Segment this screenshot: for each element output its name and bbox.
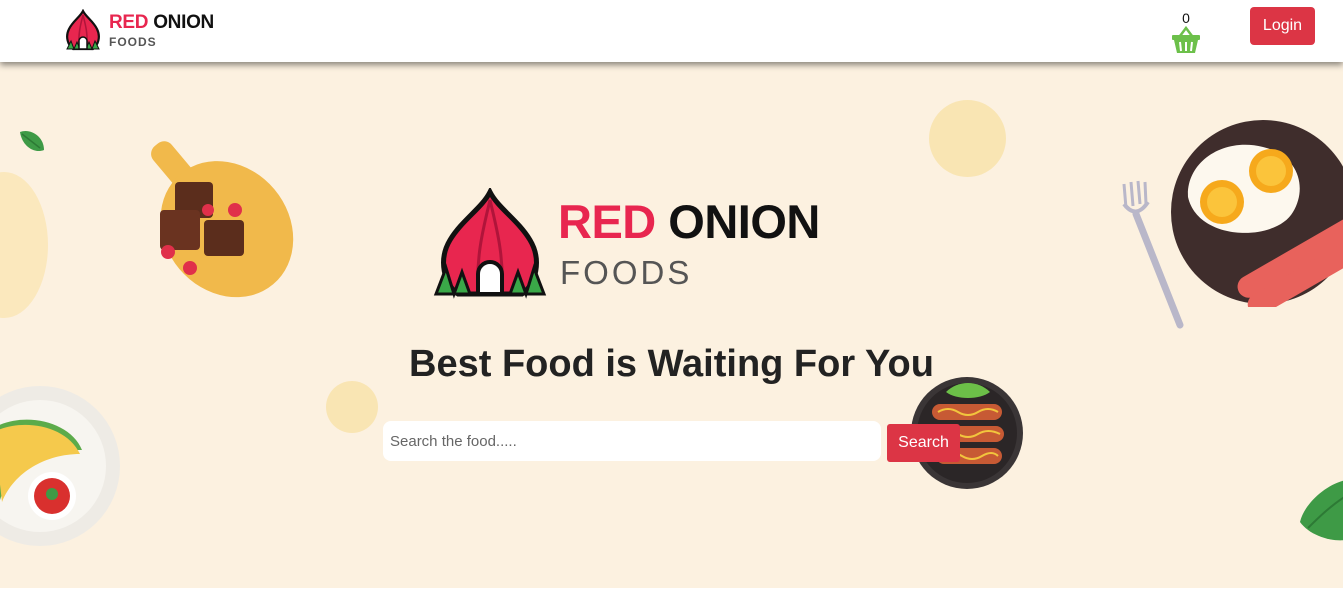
hero-brand-red: RED xyxy=(558,195,656,248)
header-brand-dark: ONION xyxy=(153,12,214,33)
decorative-circle xyxy=(0,172,48,318)
red-onion-logo-icon xyxy=(66,9,100,51)
cart-button[interactable]: 0 xyxy=(1168,8,1204,56)
hero-brand-dark: ONION xyxy=(668,195,820,248)
breakfast-plate-icon xyxy=(1171,120,1343,307)
header-brand-name: RED ONION xyxy=(109,12,214,34)
hero-tagline: Best Food is Waiting For You xyxy=(409,343,934,385)
header-logo[interactable]: RED ONION FOODS xyxy=(63,9,214,51)
shopping-basket-icon xyxy=(1172,26,1200,53)
decorative-circle xyxy=(929,100,1006,177)
taco-plate-icon xyxy=(0,386,120,546)
hero-brand-name: RED ONION xyxy=(558,194,820,249)
search-input[interactable] xyxy=(383,421,881,461)
decorative-circle xyxy=(326,381,378,433)
hero-logo: RED ONION FOODS xyxy=(432,186,852,300)
login-button[interactable]: Login xyxy=(1250,7,1315,45)
cutting-board-brownies-icon xyxy=(151,141,294,298)
search-button[interactable]: Search xyxy=(887,424,960,462)
header-brand-subtitle: FOODS xyxy=(109,35,157,49)
cart-count: 0 xyxy=(1182,10,1190,26)
red-onion-logo-icon xyxy=(433,186,547,299)
hero-section: RED ONION FOODS Best Food is Waiting For… xyxy=(0,62,1343,588)
leaf-icon xyxy=(20,130,44,152)
hero-brand-subtitle: FOODS xyxy=(560,254,693,291)
navbar: RED ONION FOODS 0 Login xyxy=(0,0,1343,62)
leaf-icon xyxy=(1300,480,1343,541)
header-brand-red: RED xyxy=(109,12,149,33)
